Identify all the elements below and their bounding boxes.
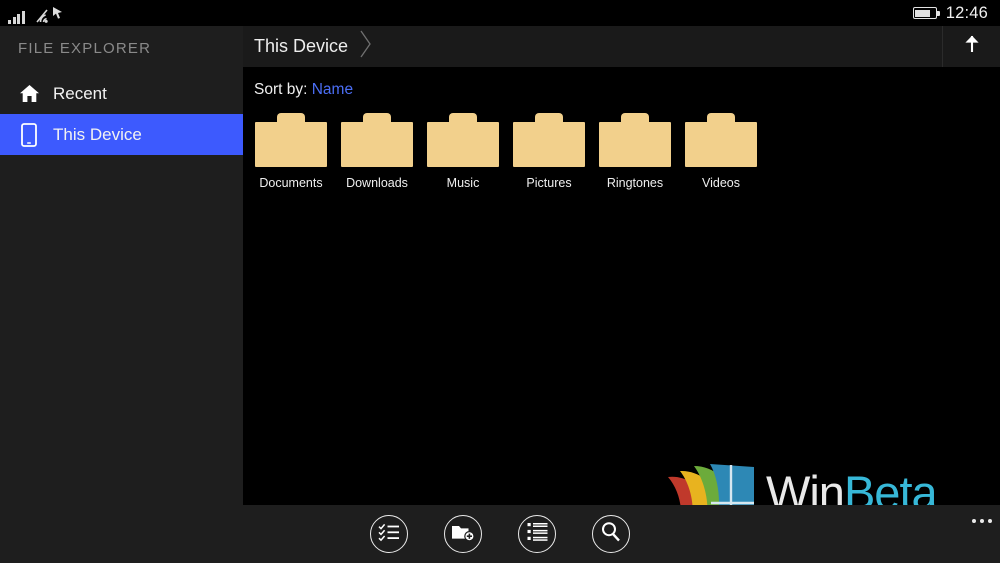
sidebar-item-recent-label: Recent	[48, 84, 107, 104]
more-options-button[interactable]	[972, 519, 992, 523]
sidebar-item-recent[interactable]: Recent	[0, 73, 243, 114]
sort-by-value[interactable]: Name	[312, 81, 353, 98]
folder-label: Downloads	[341, 176, 413, 190]
list-view-icon	[527, 522, 548, 546]
folder-grid: Documents Downloads Music Pictures Ringt…	[243, 99, 1000, 190]
folder-label: Ringtones	[599, 176, 671, 190]
folder-icon	[599, 113, 671, 167]
search-button[interactable]	[592, 515, 630, 553]
cursor-arrow-icon	[52, 6, 64, 24]
folder-label: Music	[427, 176, 499, 190]
cellular-signal-icon	[8, 10, 25, 24]
folder-icon	[255, 113, 327, 167]
home-icon	[10, 84, 48, 103]
search-icon	[600, 521, 622, 548]
content-pane: This Device Sort by: Name	[243, 26, 1000, 505]
sidebar-title: FILE EXPLORER	[0, 26, 243, 67]
folder-icon	[685, 113, 757, 167]
folder-tile[interactable]: Downloads	[341, 113, 413, 190]
arrow-up-icon	[963, 34, 981, 59]
wifi-icon	[34, 8, 56, 24]
chevron-right-icon	[358, 29, 374, 64]
folder-tile[interactable]: Music	[427, 113, 499, 190]
go-up-button[interactable]	[942, 26, 1000, 67]
folder-label: Documents	[255, 176, 327, 190]
folder-label: Pictures	[513, 176, 585, 190]
app-bar	[0, 505, 1000, 563]
folder-tile[interactable]: Documents	[255, 113, 327, 190]
folder-add-icon	[451, 522, 475, 547]
view-list-button[interactable]	[518, 515, 556, 553]
sort-bar: Sort by: Name	[243, 67, 1000, 99]
sidebar-item-this-device[interactable]: This Device	[0, 114, 243, 155]
sidebar: FILE EXPLORER Recent This Device	[0, 26, 243, 505]
breadcrumb-bar: This Device	[243, 26, 1000, 67]
folder-icon	[427, 113, 499, 167]
folder-tile[interactable]: Ringtones	[599, 113, 671, 190]
ellipsis-icon	[972, 519, 976, 523]
folder-icon	[341, 113, 413, 167]
sidebar-item-this-device-label: This Device	[48, 125, 142, 145]
file-explorer-app: 12:46 FILE EXPLORER Recent This Device	[0, 0, 1000, 563]
status-bar-right: 12:46	[913, 0, 988, 26]
sort-by-label: Sort by:	[254, 81, 307, 98]
new-folder-button[interactable]	[444, 515, 482, 553]
status-clock: 12:46	[946, 4, 988, 23]
phone-icon	[10, 123, 48, 147]
select-button[interactable]	[370, 515, 408, 553]
app-bar-buttons	[0, 505, 1000, 563]
folder-icon	[513, 113, 585, 167]
breadcrumb-this-device[interactable]: This Device	[243, 36, 348, 57]
status-bar-left	[8, 2, 56, 24]
folder-tile[interactable]: Videos	[685, 113, 757, 190]
checklist-icon	[378, 522, 400, 547]
battery-icon	[913, 7, 937, 19]
folder-tile[interactable]: Pictures	[513, 113, 585, 190]
folder-label: Videos	[685, 176, 757, 190]
status-bar: 12:46	[0, 0, 1000, 26]
